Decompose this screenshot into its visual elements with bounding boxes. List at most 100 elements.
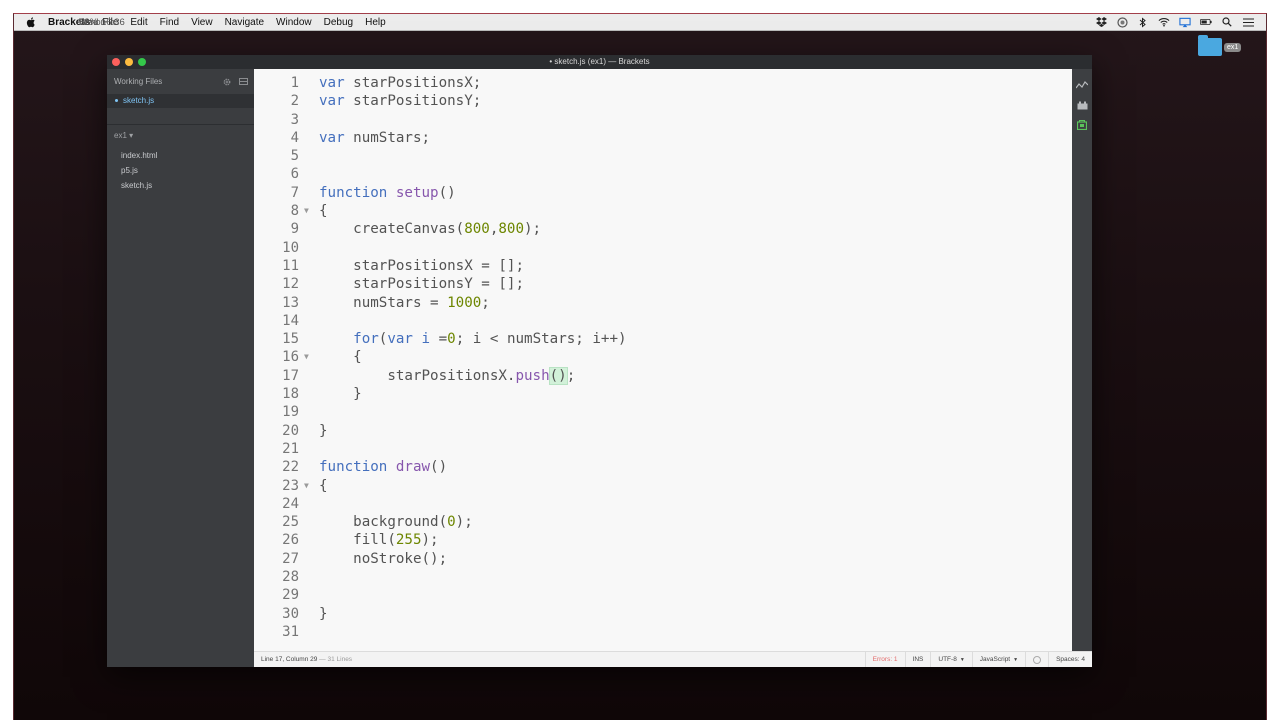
wifi-icon[interactable] [1158,17,1170,28]
code-line[interactable]: 20} [254,422,1072,440]
code-line[interactable]: 4 var numStars; [254,129,1072,147]
code-line[interactable]: 31 [254,623,1072,641]
file-tree-item[interactable]: p5.js [121,166,138,175]
window-titlebar: • sketch.js (ex1) — Brackets [107,55,1092,69]
code-line[interactable]: 18 } [254,385,1072,403]
spotlight-search-icon[interactable] [1221,17,1233,28]
sidebar: Working Files sketch.js ex1 ▾ index.html… [107,69,254,667]
split-view-icon[interactable] [239,78,248,85]
live-preview-icon[interactable] [1076,79,1088,91]
linter-status-icon[interactable] [1076,119,1088,131]
file-tree-item[interactable]: sketch.js [121,181,152,190]
sync-icon[interactable] [1116,16,1128,28]
encoding-dropdown[interactable]: UTF-8 ▼ [930,652,971,667]
insert-mode-toggle[interactable]: INS [904,652,931,667]
menu-debug[interactable]: Debug [324,17,353,28]
menu-extras: 58% Wed 16:36 Simon [79,16,1254,28]
menu-window[interactable]: Window [276,17,312,28]
code-text[interactable]: var starPositionsX; [319,74,481,92]
code-line[interactable]: 8 ▼ { [254,202,1072,220]
project-dropdown[interactable]: ex1 ▾ [114,131,133,140]
code-line[interactable]: 12 starPositionsY = []; [254,275,1072,293]
code-line[interactable]: 22 function draw() [254,458,1072,476]
code-line[interactable]: 26 fill(255); [254,531,1072,549]
code-text[interactable]: function draw() [319,458,447,476]
menu-help[interactable]: Help [365,17,386,28]
code-line[interactable]: 17 starPositionsX.push(); [254,366,1072,385]
code-text[interactable]: createCanvas(800,800); [319,220,541,238]
language-dropdown[interactable]: JavaScript ▼ [971,652,1025,667]
working-file-item[interactable]: sketch.js [107,94,254,108]
close-window-button[interactable] [112,58,120,66]
code-line[interactable]: 19 [254,403,1072,421]
code-line[interactable]: 27 noStroke(); [254,550,1072,568]
code-text[interactable]: numStars = 1000; [319,294,490,312]
code-text[interactable]: starPositionsX.push(); [319,366,575,385]
code-line[interactable]: 21 [254,440,1072,458]
gear-icon[interactable] [223,78,231,86]
code-lines[interactable]: 1 var starPositionsX; 2 var starPositionsY;… [254,74,1072,641]
zoom-window-button[interactable] [138,58,146,66]
menu-navigate[interactable]: Navigate [225,17,264,28]
code-line[interactable]: 30} [254,605,1072,623]
code-text[interactable]: fill(255); [319,531,438,549]
code-line[interactable]: 16 ▼ { [254,348,1072,366]
code-line[interactable]: 1 var starPositionsX; [254,74,1072,92]
code-editor[interactable]: 1 var starPositionsX; 2 var starPositionsY;… [254,69,1072,651]
code-line[interactable]: 28 [254,568,1072,586]
line-number: 11 [282,257,299,274]
linter-toggle[interactable] [1025,652,1048,667]
code-line[interactable]: 11 starPositionsX = []; [254,257,1072,275]
status-circle-icon [1033,655,1042,664]
file-tree-item[interactable]: index.html [121,151,157,160]
code-line[interactable]: 10 [254,239,1072,257]
menu-view[interactable]: View [191,17,213,28]
code-line[interactable]: 15 for(var i =0; i < numStars; i++) [254,330,1072,348]
code-text[interactable]: } [319,605,328,623]
notification-center-icon[interactable] [1242,17,1254,28]
desktop-folder[interactable]: ex1 [1198,35,1242,56]
code-text[interactable]: } [319,385,362,403]
code-text[interactable]: var starPositionsY; [319,92,481,110]
code-text[interactable]: background(0); [319,513,473,531]
code-text[interactable]: var numStars; [319,129,430,147]
code-line[interactable]: 9 createCanvas(800,800); [254,220,1072,238]
code-text[interactable]: { [319,348,362,366]
bluetooth-icon[interactable] [1137,16,1149,28]
code-line[interactable]: 24 [254,495,1072,513]
battery-icon[interactable] [1200,17,1212,28]
extension-manager-icon[interactable] [1076,99,1088,111]
code-text[interactable]: noStroke(); [319,550,447,568]
code-text[interactable]: } [319,422,328,440]
cursor-position[interactable]: Line 17, Column 29 — 31 Lines [261,656,352,663]
code-line[interactable]: 2 var starPositionsY; [254,92,1072,110]
code-line[interactable]: 14 [254,312,1072,330]
code-text[interactable]: { [319,202,328,220]
dropbox-icon[interactable] [1095,17,1107,28]
code-text[interactable]: for(var i =0; i < numStars; i++) [319,330,626,348]
user-name[interactable]: Simon [79,17,106,28]
code-text[interactable]: starPositionsY = []; [319,275,524,293]
fold-toggle-icon[interactable]: ▼ [304,202,309,220]
code-line[interactable]: 5 [254,147,1072,165]
minimize-window-button[interactable] [125,58,133,66]
code-line[interactable]: 7 function setup() [254,184,1072,202]
fold-toggle-icon[interactable]: ▼ [304,348,309,366]
code-line[interactable]: 23 ▼ { [254,477,1072,495]
code-line[interactable]: 13 numStars = 1000; [254,294,1072,312]
code-text[interactable]: function setup() [319,184,456,202]
apple-icon[interactable] [26,16,38,28]
menu-find[interactable]: Find [160,17,179,28]
airplay-display-icon[interactable] [1179,17,1191,28]
menu-edit[interactable]: Edit [130,17,147,28]
errors-indicator[interactable]: Errors: 1 [864,652,905,667]
code-line[interactable]: 3 [254,111,1072,129]
code-line[interactable]: 29 [254,586,1072,604]
indent-spaces-setting[interactable]: Spaces: 4 [1048,652,1092,667]
working-file-label: sketch.js [123,96,155,105]
fold-toggle-icon[interactable]: ▼ [304,477,309,495]
code-line[interactable]: 25 background(0); [254,513,1072,531]
code-line[interactable]: 6 [254,165,1072,183]
code-text[interactable]: starPositionsX = []; [319,257,524,275]
code-text[interactable]: { [319,477,328,495]
